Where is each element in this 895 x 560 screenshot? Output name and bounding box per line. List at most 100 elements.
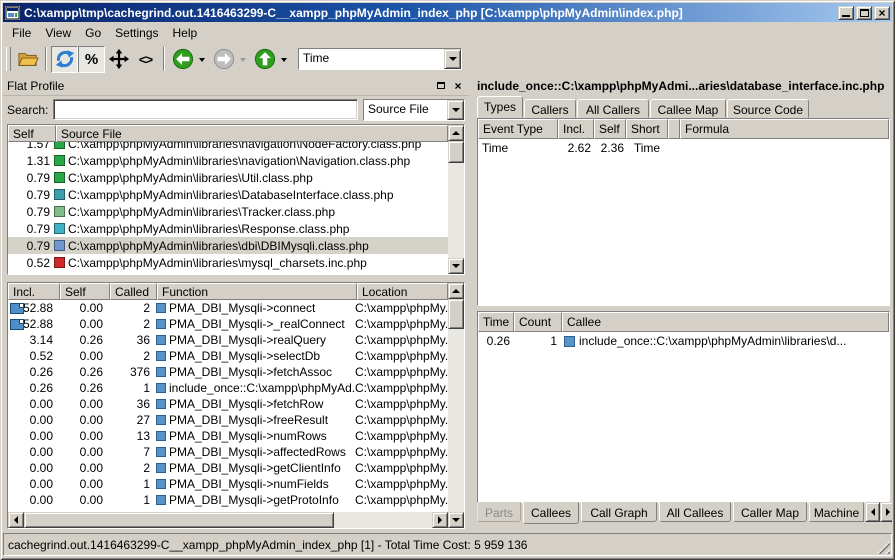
menu-go[interactable]: Go — [78, 24, 108, 42]
scrollbar-thumb[interactable] — [448, 141, 464, 163]
scrollbar-track[interactable] — [448, 329, 464, 512]
table-row[interactable]: Time 2.62 2.36 Time — [478, 139, 889, 157]
scrollbar-thumb[interactable] — [448, 299, 464, 329]
scroll-up-button[interactable] — [448, 125, 464, 141]
scroll-right-button[interactable] — [432, 512, 448, 528]
table-row[interactable]: 52.880.002PMA_DBI_Mysqli->_realConnectC:… — [8, 316, 448, 332]
column-header-called[interactable]: Called — [110, 283, 157, 300]
resize-grip[interactable] — [877, 541, 890, 554]
column-header-source-file[interactable]: Source File — [56, 125, 448, 142]
tab-callers[interactable]: Callers — [524, 99, 576, 118]
column-header-self[interactable]: Self — [60, 283, 110, 300]
table-row[interactable]: 0.000.0036PMA_DBI_Mysqli->fetchRowC:\xam… — [8, 396, 448, 412]
tab-machine[interactable]: Machine — [809, 502, 864, 522]
column-header-formula[interactable]: Formula — [680, 119, 889, 139]
scroll-down-button[interactable] — [448, 512, 464, 528]
scrollbar-track[interactable] — [334, 512, 432, 528]
table-row[interactable]: 52.880.002PMA_DBI_Mysqli->connectC:\xamp… — [8, 300, 448, 316]
shorten-templates-button[interactable]: <> — [132, 46, 159, 73]
combobox-drop-button[interactable] — [444, 49, 461, 69]
scrollbar-track[interactable] — [448, 163, 464, 258]
up-dropdown-icon[interactable] — [281, 58, 287, 65]
tab-types[interactable]: Types — [477, 96, 523, 118]
table-row[interactable]: 0.520.002PMA_DBI_Mysqli->selectDbC:\xamp… — [8, 348, 448, 364]
table-row[interactable]: 0.79C:\xampp\phpMyAdmin\libraries\Respon… — [8, 220, 448, 237]
up-button[interactable] — [251, 46, 278, 73]
table-row[interactable]: 0.79C:\xampp\phpMyAdmin\libraries\Util.c… — [8, 169, 448, 186]
table-row[interactable]: 0.26 1 include_once::C:\xampp\phpMyAdmin… — [478, 332, 889, 350]
back-dropdown-icon[interactable] — [199, 58, 205, 65]
column-header-self[interactable]: Self — [8, 125, 56, 142]
table-row[interactable]: 0.260.26376PMA_DBI_Mysqli->fetchAssocC:\… — [8, 364, 448, 380]
tab-callees[interactable]: Callees — [523, 502, 579, 524]
dock-title-bar[interactable]: Flat Profile × — [3, 76, 469, 96]
minimize-button[interactable] — [838, 6, 854, 20]
tab-all-callees[interactable]: All Callees — [659, 502, 731, 522]
relative-cost-button[interactable] — [105, 46, 132, 73]
tab-scroll-right-button[interactable] — [880, 502, 892, 522]
title-bar[interactable]: C:\xampp\tmp\cachegrind.out.1416463299-C… — [3, 3, 892, 22]
column-header-count[interactable]: Count — [514, 312, 562, 332]
tab-caller-map[interactable]: Caller Map — [733, 502, 807, 522]
table-row[interactable]: 0.000.0027PMA_DBI_Mysqli->freeResultC:\x… — [8, 412, 448, 428]
scroll-left-button[interactable] — [8, 512, 24, 528]
table-row[interactable]: 0.79C:\xampp\phpMyAdmin\libraries\Tracke… — [8, 203, 448, 220]
menu-file[interactable]: File — [5, 24, 38, 42]
scroll-down-button[interactable] — [448, 258, 464, 274]
column-header-time[interactable]: Time — [478, 312, 514, 332]
column-header-function[interactable]: Function — [157, 283, 357, 300]
search-input[interactable] — [53, 99, 358, 120]
group-combobox[interactable]: Source File — [363, 99, 465, 121]
column-header-incl[interactable]: Incl. — [8, 283, 60, 300]
column-header-location[interactable]: Location — [357, 283, 448, 300]
menu-settings[interactable]: Settings — [108, 24, 165, 42]
tab-callee-map[interactable]: Callee Map — [650, 99, 726, 118]
arrow-up-icon — [452, 285, 460, 293]
column-header-spacer[interactable] — [668, 119, 680, 139]
table-row[interactable]: 1.57C:\xampp\phpMyAdmin\libraries\naviga… — [8, 142, 448, 152]
table-row[interactable]: 0.52C:\xampp\phpMyAdmin\libraries\user_p… — [8, 271, 448, 274]
table-row[interactable]: 0.52C:\xampp\phpMyAdmin\libraries\mysql_… — [8, 254, 448, 271]
horizontal-scrollbar[interactable] — [8, 512, 448, 528]
table-row[interactable]: 0.260.261include_once::C:\xampp\phpMyAd.… — [8, 380, 448, 396]
called-value: 2 — [108, 317, 155, 331]
maximize-button[interactable] — [856, 6, 872, 20]
column-header-short[interactable]: Short — [626, 119, 668, 139]
column-header-callee[interactable]: Callee — [562, 312, 889, 332]
tab-source-code[interactable]: Source Code — [727, 99, 809, 118]
table-row[interactable]: 0.000.0013PMA_DBI_Mysqli->numRowsC:\xamp… — [8, 428, 448, 444]
table-row[interactable]: 0.000.002PMA_DBI_Mysqli->getClientInfoC:… — [8, 460, 448, 476]
column-header-event-type[interactable]: Event Type — [478, 119, 558, 139]
scrollbar-thumb[interactable] — [24, 512, 334, 528]
column-header-self[interactable]: Self — [594, 119, 626, 139]
percent-toggle-button[interactable]: % — [78, 46, 105, 73]
incl-value: 0.00 — [8, 493, 58, 507]
tab-all-callers[interactable]: All Callers — [577, 99, 649, 118]
menu-help[interactable]: Help — [166, 24, 205, 42]
vertical-scrollbar[interactable] — [448, 125, 464, 274]
table-row[interactable]: 3.140.2636PMA_DBI_Mysqli->realQueryC:\xa… — [8, 332, 448, 348]
table-row[interactable]: 1.31C:\xampp\phpMyAdmin\libraries\naviga… — [8, 152, 448, 169]
menu-view[interactable]: View — [38, 24, 78, 42]
table-row-selected[interactable]: 0.79C:\xampp\phpMyAdmin\libraries\dbi\DB… — [8, 237, 448, 254]
tab-call-graph[interactable]: Call Graph — [581, 502, 657, 522]
dock-float-button[interactable] — [434, 79, 448, 92]
event-type-value: Time — [299, 49, 444, 69]
open-file-button[interactable] — [14, 46, 41, 73]
refresh-button[interactable] — [51, 46, 78, 73]
tab-scroll-left-button[interactable] — [865, 502, 880, 522]
window-title: C:\xampp\tmp\cachegrind.out.1416463299-C… — [24, 6, 834, 20]
dock-close-button[interactable]: × — [451, 79, 465, 92]
table-row[interactable]: 0.000.001PMA_DBI_Mysqli->numFieldsC:\xam… — [8, 476, 448, 492]
scroll-up-button[interactable] — [448, 283, 464, 299]
combobox-drop-button[interactable] — [447, 100, 464, 120]
table-row[interactable]: 0.000.007PMA_DBI_Mysqli->affectedRowsC:\… — [8, 444, 448, 460]
table-row[interactable]: 0.79C:\xampp\phpMyAdmin\libraries\Databa… — [8, 186, 448, 203]
event-type-combobox[interactable]: Time — [298, 48, 462, 70]
close-button[interactable]: × — [874, 6, 890, 20]
toolbar-handle[interactable] — [6, 47, 11, 71]
table-row[interactable]: 0.000.001PMA_DBI_Mysqli->getProtoInfoC:\… — [8, 492, 448, 508]
back-button[interactable] — [169, 46, 196, 73]
vertical-scrollbar[interactable] — [448, 283, 464, 528]
column-header-incl[interactable]: Incl. — [558, 119, 594, 139]
